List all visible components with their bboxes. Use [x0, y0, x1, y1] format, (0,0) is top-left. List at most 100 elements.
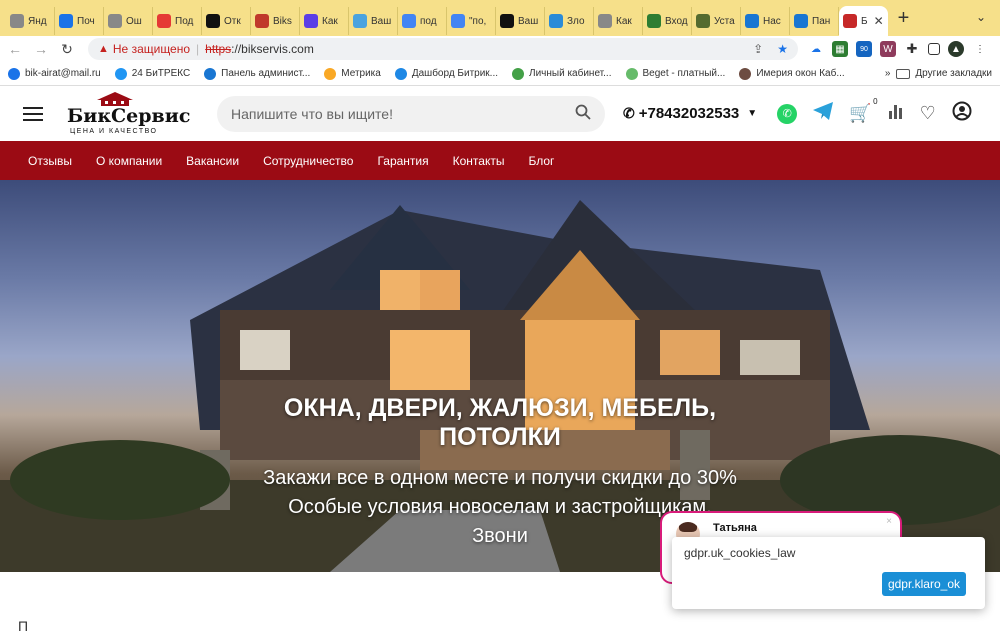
browser-tab[interactable]: Поч	[55, 7, 104, 35]
bookmark-label: 24 БиТРЕКС	[131, 68, 191, 79]
tab-favicon-icon	[255, 14, 269, 28]
site-header: БикСервис ЦЕНА И КАЧЕСТВО Напишите что в…	[0, 86, 1000, 141]
cookie-text: gdpr.uk_cookies_law	[684, 546, 796, 560]
logo-name: БикСервис	[67, 104, 191, 127]
tab-favicon-icon	[794, 14, 808, 28]
bookmark-item[interactable]: bik-airat@mail.ru	[8, 67, 101, 80]
badge-extension-icon[interactable]: 90	[856, 41, 872, 57]
bookmarks-overflow-button[interactable]: »	[885, 68, 891, 79]
search-input[interactable]: Напишите что вы ищите!	[217, 95, 605, 132]
bookmark-item[interactable]: Дашборд Битрик...	[394, 67, 498, 80]
bookmark-item[interactable]: Beget - платный...	[625, 67, 725, 80]
hamburger-menu-icon[interactable]	[23, 103, 43, 125]
nav-item[interactable]: Контакты	[453, 154, 505, 168]
browser-tab[interactable]: Ваш	[349, 7, 398, 35]
browser-tab[interactable]: Как	[300, 7, 349, 35]
nav-item[interactable]: Сотрудничество	[263, 154, 353, 168]
bookmark-star-icon[interactable]: ★	[777, 42, 788, 56]
chat-close-icon[interactable]: ×	[886, 516, 892, 527]
puzzle-icon[interactable]: ✚	[904, 41, 920, 57]
search-placeholder: Напишите что вы ищите!	[231, 105, 393, 122]
bookmark-item[interactable]: Панель админист...	[204, 67, 311, 80]
telegram-icon[interactable]	[813, 102, 834, 125]
other-bookmarks-folder[interactable]: Другие закладки	[896, 68, 992, 79]
browser-tab-active[interactable]: Б ✕	[839, 6, 888, 36]
site-logo[interactable]: БикСервис ЦЕНА И КАЧЕСТВО	[67, 90, 190, 138]
nav-item[interactable]: Гарантия	[377, 154, 428, 168]
close-tab-icon[interactable]: ✕	[874, 14, 884, 28]
bookmark-item[interactable]: Метрика	[324, 67, 381, 80]
bookmark-item[interactable]: Имерия окон Каб...	[739, 67, 845, 80]
new-tab-button[interactable]: +	[898, 7, 910, 30]
bookmark-favicon-icon	[8, 67, 20, 80]
operator-name: Татьяна	[713, 522, 757, 534]
sidepanel-icon[interactable]	[928, 43, 940, 55]
cart-icon[interactable]: 🛒 0	[849, 97, 877, 124]
whatsapp-icon[interactable]: ✆	[777, 103, 798, 124]
hero-title: ОКНА, ДВЕРИ, ЖАЛЮЗИ, МЕБЕЛЬ, ПОТОЛКИ	[283, 394, 717, 451]
browser-tab[interactable]: Вход	[643, 7, 692, 35]
user-account-icon[interactable]	[952, 101, 972, 126]
browser-tab[interactable]: Ош	[104, 7, 153, 35]
nav-item[interactable]: Отзывы	[28, 154, 72, 168]
phone-number: +78432032533	[638, 105, 740, 122]
forward-button[interactable]: →	[30, 41, 52, 57]
bookmark-label: bik-airat@mail.ru	[25, 68, 101, 79]
url-scheme: https	[205, 42, 232, 56]
browser-tab[interactable]: Biks	[251, 7, 300, 35]
browser-tab[interactable]: "по,	[447, 7, 496, 35]
divider: |	[196, 42, 200, 56]
section-heading: П	[18, 618, 29, 634]
tab-favicon-icon	[598, 14, 612, 28]
bookmark-label: Метрика	[341, 68, 381, 79]
tab-label: Уста	[714, 15, 735, 27]
reload-button[interactable]: ↻	[56, 41, 78, 58]
nav-item[interactable]: О компании	[96, 154, 162, 168]
nav-item[interactable]: Вакансии	[186, 154, 239, 168]
tab-label: под	[420, 15, 437, 27]
browser-tab[interactable]: Нас	[741, 7, 790, 35]
cookie-ok-button[interactable]: gdpr.klaro_ok	[881, 572, 966, 596]
browser-tab[interactable]: Зло	[545, 7, 594, 35]
search-icon[interactable]	[575, 104, 591, 123]
cloud-extension-icon[interactable]: ☁	[808, 41, 824, 57]
tab-favicon-icon	[108, 14, 122, 28]
browser-tab[interactable]: Янд	[6, 7, 55, 35]
tab-favicon-icon	[647, 14, 661, 28]
browser-tab[interactable]: Как	[594, 7, 643, 35]
browser-tab[interactable]: Пан	[790, 7, 839, 35]
not-secure-label[interactable]: Не защищено	[113, 42, 190, 56]
address-bar[interactable]: ▲ Не защищено | https ://bikservis.com ⇪…	[88, 38, 798, 60]
browser-tab[interactable]: Уста	[692, 7, 741, 35]
chart-extension-icon[interactable]: ▦	[832, 41, 848, 57]
bookmark-item[interactable]: Личный кабинет...	[512, 67, 612, 80]
tab-label: Как	[322, 15, 338, 27]
share-icon[interactable]: ⇪	[753, 42, 763, 56]
tab-label: Пан	[812, 15, 831, 27]
profile-avatar[interactable]: ▲	[948, 41, 964, 57]
tab-favicon-icon	[696, 14, 710, 28]
extensions-area: ☁ ▦ 90 W ✚ ▲ ⋮	[808, 41, 988, 57]
menu-dots-icon[interactable]: ⋮	[972, 41, 988, 57]
w-extension-icon[interactable]: W	[880, 41, 896, 57]
tab-favicon-icon	[353, 14, 367, 28]
phone-selector[interactable]: ✆ +78432032533 ▼	[623, 105, 757, 122]
warning-icon: ▲	[98, 43, 109, 55]
bookmark-favicon-icon	[512, 67, 525, 80]
compare-icon[interactable]	[888, 103, 904, 124]
browser-tab[interactable]: Отк	[202, 7, 251, 35]
bookmark-label: Панель админист...	[221, 68, 311, 79]
back-button[interactable]: ←	[4, 41, 26, 57]
tab-label: Biks	[273, 15, 292, 27]
browser-tab[interactable]: Ваш	[496, 7, 545, 35]
house-logo-icon	[97, 91, 133, 106]
tab-label: Отк	[224, 15, 241, 27]
browser-tab[interactable]: под	[398, 7, 447, 35]
browser-toolbar: ← → ↻ ▲ Не защищено | https ://bikservis…	[0, 36, 1000, 62]
nav-item[interactable]: Блог	[528, 154, 554, 168]
bookmark-item[interactable]: 24 БиТРЕКС	[114, 67, 191, 80]
heart-icon[interactable]: ♡	[920, 103, 936, 124]
browser-tab[interactable]: Под	[153, 7, 202, 35]
tab-search-chevron-icon[interactable]: ⌄	[976, 10, 986, 24]
tab-label: Нас	[763, 15, 781, 27]
